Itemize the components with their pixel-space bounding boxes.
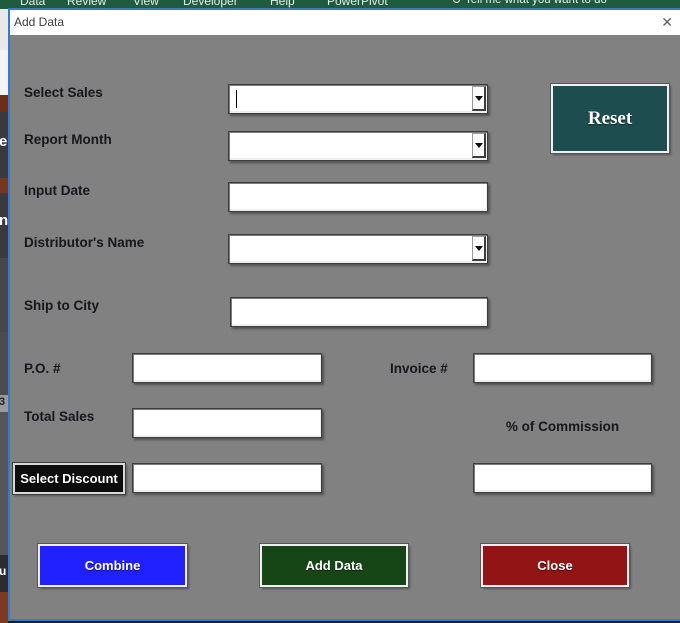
input-date-textbox[interactable]: [228, 182, 488, 212]
ribbon-tab-data[interactable]: Data: [20, 0, 45, 8]
strip-fragment: e: [0, 133, 8, 150]
add-data-dialog: Add Data ✕ Select Sales Report Month Inp…: [8, 8, 680, 621]
form-body: Select Sales Report Month Input Date Dis…: [10, 35, 680, 619]
total-sales-textbox[interactable]: [132, 408, 322, 438]
po-number-textbox[interactable]: [132, 353, 322, 383]
po-number-label: P.O. #: [24, 361, 61, 376]
discount-textbox[interactable]: [132, 463, 322, 493]
strip-segment: [0, 178, 8, 193]
strip-segment: e: [0, 112, 8, 178]
distributor-combobox[interactable]: [228, 234, 488, 264]
commission-label: % of Commission: [505, 419, 620, 434]
report-month-dropdown-button[interactable]: [472, 133, 486, 158]
chevron-down-icon: [474, 142, 483, 148]
close-button[interactable]: Close: [481, 544, 629, 587]
invoice-number-label: Invoice #: [390, 361, 448, 376]
dialog-titlebar[interactable]: Add Data ✕: [10, 10, 680, 35]
select-discount-button[interactable]: Select Discount: [13, 463, 125, 494]
distributor-input[interactable]: [236, 238, 466, 260]
strip-segment: [0, 9, 8, 50]
close-icon[interactable]: ✕: [661, 13, 673, 31]
reset-button[interactable]: Reset: [551, 84, 669, 153]
invoice-number-input[interactable]: [481, 357, 644, 379]
input-date-input[interactable]: [236, 186, 480, 208]
report-month-input[interactable]: [236, 135, 466, 157]
strip-fragment: 3: [0, 396, 6, 408]
strip-segment: [0, 332, 8, 395]
ribbon-tab-view[interactable]: View: [133, 0, 159, 8]
total-sales-label: Total Sales: [24, 409, 95, 424]
chevron-down-icon: [474, 245, 483, 251]
add-data-button[interactable]: Add Data: [260, 544, 408, 587]
strip-fragment: n: [0, 212, 8, 229]
report-month-label: Report Month: [24, 132, 112, 147]
distributor-dropdown-button[interactable]: [472, 236, 486, 261]
ship-to-city-input[interactable]: [238, 301, 480, 323]
strip-segment: n: [0, 193, 8, 258]
ribbon-tab-help[interactable]: Help: [270, 0, 295, 8]
dialog-title: Add Data: [14, 15, 65, 29]
ship-to-city-label: Ship to City: [24, 298, 99, 313]
ship-to-city-textbox[interactable]: [230, 297, 488, 327]
ribbon-tab-developer[interactable]: Developer: [183, 0, 238, 8]
strip-segment: u: [0, 555, 8, 592]
strip-segment: [0, 592, 8, 623]
select-sales-input[interactable]: [236, 88, 466, 110]
lightbulb-icon: [453, 0, 460, 3]
strip-segment: 3: [0, 395, 8, 412]
report-month-combobox[interactable]: [228, 131, 488, 161]
tell-me-label: Tell me what you want to do: [465, 0, 607, 6]
input-date-label: Input Date: [24, 183, 90, 198]
select-sales-dropdown-button[interactable]: [472, 86, 486, 111]
chevron-down-icon: [474, 95, 483, 101]
po-number-input[interactable]: [140, 357, 314, 379]
discount-input[interactable]: [140, 467, 314, 489]
strip-segment: [0, 258, 8, 332]
tell-me-search[interactable]: Tell me what you want to do: [453, 0, 607, 6]
invoice-number-textbox[interactable]: [473, 353, 652, 383]
text-cursor: [236, 90, 237, 108]
commission-textbox[interactable]: [473, 463, 652, 493]
select-sales-label: Select Sales: [24, 85, 103, 100]
strip-segment: [0, 95, 8, 112]
combine-button[interactable]: Combine: [38, 544, 187, 587]
background-window-strip: e n 3 u: [0, 9, 8, 623]
strip-segment: [0, 50, 8, 95]
strip-fragment: u: [0, 564, 7, 578]
ribbon-tab-powerpivot[interactable]: PowerPivot: [327, 0, 388, 8]
select-sales-combobox[interactable]: [228, 84, 488, 114]
commission-input[interactable]: [481, 467, 644, 489]
ribbon-tab-review[interactable]: Review: [67, 0, 106, 8]
total-sales-input[interactable]: [140, 412, 314, 434]
distributor-label: Distributor's Name: [24, 235, 145, 250]
strip-segment: [0, 412, 8, 555]
